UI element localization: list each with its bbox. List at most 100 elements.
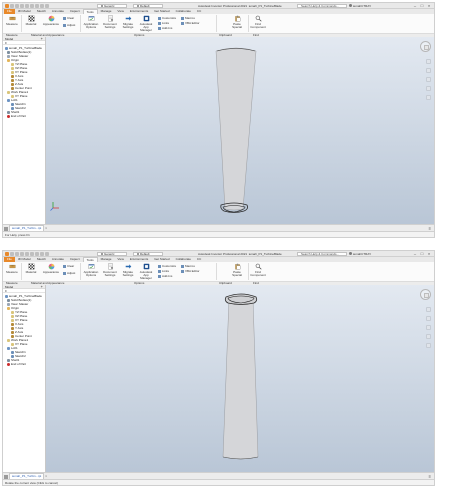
home-icon[interactable] <box>35 252 39 256</box>
pan-icon[interactable] <box>425 316 431 321</box>
adjust-button[interactable]: Adjust <box>63 271 75 275</box>
window-controls: – □ × <box>413 252 431 256</box>
style-combo[interactable]: Generic <box>97 4 127 8</box>
zoom-icon[interactable] <box>425 325 431 330</box>
select-icon[interactable] <box>45 4 49 8</box>
minimize-button[interactable]: – <box>413 4 417 8</box>
restore-button[interactable]: □ <box>420 4 424 8</box>
app-manager-button[interactable]: Autodesk App Manager <box>137 15 155 32</box>
new-file-icon[interactable] <box>10 252 14 256</box>
home-icon[interactable] <box>4 474 8 479</box>
graphics-viewport[interactable] <box>46 285 435 472</box>
vba-editor-button[interactable]: VBA Editor <box>181 21 200 25</box>
home-icon[interactable] <box>4 226 8 231</box>
browser-menu-icon[interactable]: ≡ <box>5 289 7 293</box>
restore-button[interactable]: □ <box>420 252 424 256</box>
search-input[interactable]: Search Help & Commands... <box>297 4 347 8</box>
appearance-sphere-icon <box>48 263 54 270</box>
full-navigation-wheel-icon[interactable] <box>425 307 431 312</box>
minimize-button[interactable]: – <box>413 252 417 256</box>
open-file-icon[interactable] <box>15 252 19 256</box>
migrate-settings-icon <box>125 264 131 269</box>
appearance-button[interactable]: Appearance <box>41 263 61 274</box>
macros-button[interactable]: Macros <box>181 264 195 268</box>
status-bar: Rotate the current view (Click to cancel… <box>3 479 434 485</box>
select-icon[interactable] <box>45 252 49 256</box>
look-at-icon[interactable] <box>425 95 431 100</box>
graphics-viewport[interactable] <box>46 37 435 224</box>
measure-icon <box>9 264 15 269</box>
paste-special-button[interactable]: Paste Special <box>229 15 245 29</box>
add-ins-button[interactable]: Add-Ins <box>158 26 172 30</box>
search-input[interactable]: Search Help & Commands... <box>297 252 347 256</box>
application-options-button[interactable]: Application Options <box>82 263 100 277</box>
migrate-settings-button[interactable]: Migrate Settings <box>120 263 136 277</box>
measure-button[interactable]: Measure <box>5 15 19 26</box>
links-button[interactable]: Links <box>158 269 169 273</box>
viewcube[interactable] <box>420 289 431 300</box>
turbine-blade-model[interactable] <box>46 37 435 224</box>
find-component-button[interactable]: Find Component <box>250 263 266 277</box>
viewcube[interactable] <box>420 41 431 52</box>
status-bar: For Help, press F1 <box>3 231 434 237</box>
close-button[interactable]: × <box>427 252 431 256</box>
open-file-icon[interactable] <box>15 4 19 8</box>
customize-button[interactable]: Customize <box>158 16 176 20</box>
clear-button[interactable]: Clear <box>63 264 74 268</box>
user-name[interactable]: iemahCTRAY <box>353 4 371 8</box>
appearance-button[interactable]: Appearance <box>41 15 61 26</box>
save-icon[interactable] <box>20 252 24 256</box>
browser-menu-icon[interactable]: ≡ <box>5 41 7 45</box>
find-component-button[interactable]: Find Component <box>250 15 266 29</box>
ribbon: Measure Material Appearance Clear Adjust… <box>3 14 434 37</box>
orbit-icon[interactable] <box>425 86 431 91</box>
clear-icon <box>63 264 66 268</box>
appearance-combo[interactable]: Default <box>133 4 163 8</box>
paste-special-button[interactable]: Paste Special <box>229 263 245 277</box>
vba-editor-button[interactable]: VBA Editor <box>181 269 200 273</box>
style-combo[interactable]: Generic <box>97 252 127 256</box>
look-at-icon[interactable] <box>425 343 431 348</box>
orbit-icon[interactable] <box>425 334 431 339</box>
customize-button[interactable]: Customize <box>158 264 176 268</box>
material-checker-icon <box>28 15 34 22</box>
zoom-icon[interactable] <box>425 77 431 82</box>
undo-icon[interactable] <box>25 4 29 8</box>
document-settings-button[interactable]: Document Settings <box>101 15 119 29</box>
links-button[interactable]: Links <box>158 21 169 25</box>
material-button[interactable]: Material <box>24 15 38 26</box>
close-button[interactable]: × <box>427 4 431 8</box>
add-ins-button[interactable]: Add-Ins <box>158 274 172 278</box>
material-button[interactable]: Material <box>24 263 38 274</box>
home-icon[interactable] <box>35 4 39 8</box>
update-icon[interactable] <box>40 4 44 8</box>
save-icon[interactable] <box>20 4 24 8</box>
app-manager-button[interactable]: Autodesk App Manager <box>137 263 155 280</box>
user-avatar[interactable] <box>349 4 352 7</box>
new-file-icon[interactable] <box>10 4 14 8</box>
app-title: Autodesk Inventor Professional 2021 iema… <box>198 252 282 256</box>
adjust-button[interactable]: Adjust <box>63 23 75 27</box>
pan-icon[interactable] <box>425 68 431 73</box>
undo-icon[interactable] <box>25 252 29 256</box>
migrate-settings-button[interactable]: Migrate Settings <box>120 15 136 29</box>
tree-item-end-of-part[interactable]: End of Part <box>7 362 26 366</box>
user-name[interactable]: iemahCTRAY <box>353 252 371 256</box>
model-browser: Model + ≡ iemah_P1_TurbineBlade Solid Bo… <box>3 285 46 472</box>
appearance-combo[interactable]: Default <box>133 252 163 256</box>
panel-separator <box>216 263 217 280</box>
turbine-blade-model[interactable] <box>46 285 435 472</box>
redo-icon[interactable] <box>30 252 34 256</box>
redo-icon[interactable] <box>30 4 34 8</box>
measure-button[interactable]: Measure <box>5 263 19 274</box>
viewcube-face[interactable] <box>424 293 429 298</box>
macros-button[interactable]: Macros <box>181 16 195 20</box>
user-avatar[interactable] <box>349 252 352 255</box>
application-options-button[interactable]: Application Options <box>82 15 100 29</box>
tree-item-end-of-part[interactable]: End of Part <box>7 114 26 118</box>
viewcube-face[interactable] <box>424 45 429 50</box>
update-icon[interactable] <box>40 252 44 256</box>
clear-button[interactable]: Clear <box>63 16 74 20</box>
full-navigation-wheel-icon[interactable] <box>425 59 431 64</box>
document-settings-button[interactable]: Document Settings <box>101 263 119 277</box>
